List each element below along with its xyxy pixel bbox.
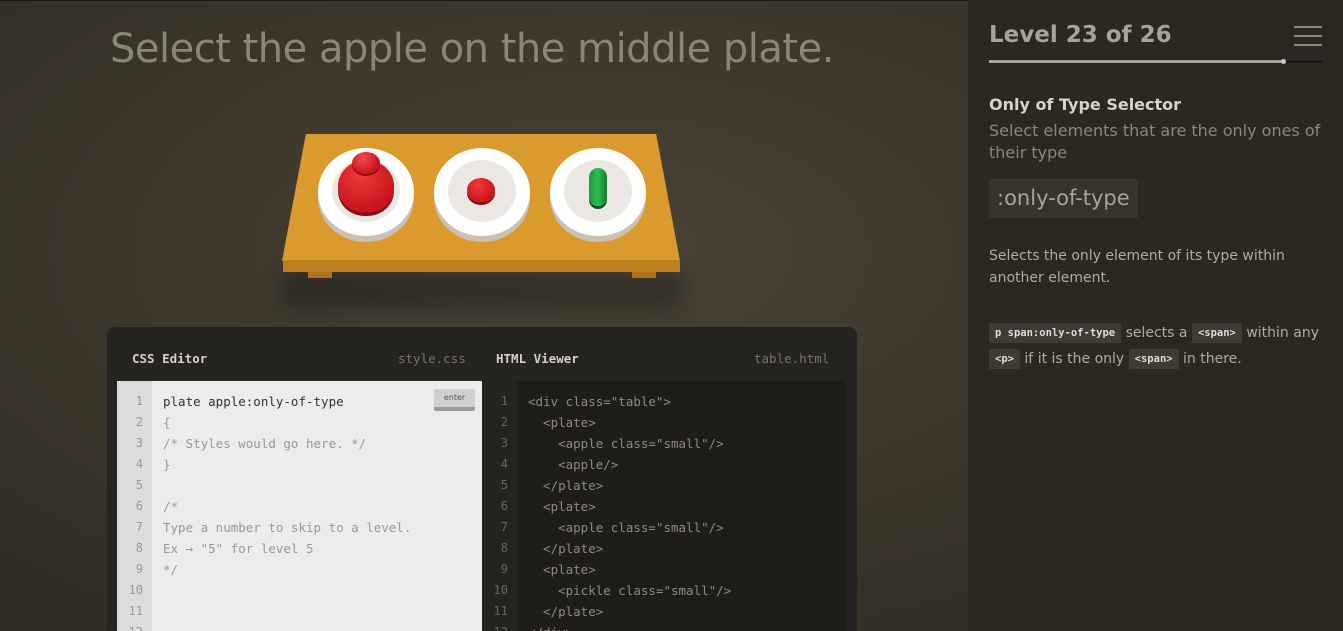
line-number: 7 <box>500 520 508 534</box>
line-number: 10 <box>493 583 508 597</box>
pickle[interactable] <box>589 168 607 206</box>
line-number: 1 <box>135 394 143 408</box>
example-text: in there. <box>1183 351 1242 367</box>
html-line[interactable]: <div class="table"> <box>528 391 671 412</box>
level-progress-bar <box>989 59 1322 64</box>
line-number: 9 <box>135 562 143 576</box>
plate-1[interactable] <box>318 148 414 236</box>
line-number: 9 <box>500 562 508 576</box>
line-number: 8 <box>135 541 143 555</box>
example-tag: <p> <box>989 349 1020 369</box>
css-editor-title: CSS Editor <box>132 351 208 366</box>
code-line: */ <box>163 562 179 577</box>
code-line: /* Styles would go here. */ <box>163 436 367 451</box>
selector-name: Only of Type Selector <box>989 95 1182 114</box>
plate-2[interactable] <box>434 148 530 236</box>
line-number: 8 <box>500 541 508 555</box>
html-line[interactable]: </plate> <box>528 601 603 622</box>
line-number: 2 <box>500 415 508 429</box>
html-line[interactable]: </div> <box>528 622 573 631</box>
example-text: selects a <box>1125 325 1188 341</box>
html-line[interactable]: </plate> <box>528 475 603 496</box>
html-filename: table.html <box>754 351 830 366</box>
css-line-gutter: 1 2 3 4 5 6 7 8 9 10 11 12 <box>117 381 152 631</box>
plate-3[interactable] <box>550 148 646 236</box>
code-line: { <box>163 415 171 430</box>
level-indicator[interactable]: Level 23 of 26 <box>989 22 1172 48</box>
example-code: p span:only-of-type <box>989 323 1122 343</box>
menu-icon[interactable] <box>1294 26 1322 48</box>
table <box>272 120 692 320</box>
line-number: 5 <box>500 478 508 492</box>
selector-syntax: :only-of-type <box>989 179 1138 218</box>
line-number: 11 <box>493 604 508 618</box>
level-instruction: Select the apple on the middle plate. <box>110 26 834 72</box>
enter-button[interactable]: enter <box>434 389 475 411</box>
line-number: 1 <box>500 394 508 408</box>
example-text: within any <box>1246 325 1319 341</box>
html-line[interactable]: <apple class="small"/> <box>528 433 724 454</box>
editor-panel: CSS Editor style.css HTML Viewer table.h… <box>107 327 857 631</box>
example-tag: <span> <box>1191 323 1242 343</box>
example-tag: <span> <box>1128 349 1179 369</box>
code-line: /* <box>163 499 179 514</box>
line-number: 10 <box>128 583 143 597</box>
line-number: 5 <box>135 478 143 492</box>
css-editor: 1 2 3 4 5 6 7 8 9 10 11 12 plate apple:o… <box>117 381 482 631</box>
selector-description: Select elements that are the only ones o… <box>989 121 1321 162</box>
sidebar: Level 23 of 26 Only of Type Selector Sel… <box>968 0 1343 631</box>
example-text: if it is the only <box>1024 351 1125 367</box>
game-area: Select the apple on the middle plate. CS… <box>0 0 968 631</box>
line-number: 12 <box>117 622 143 631</box>
apple-small[interactable] <box>467 178 495 202</box>
code-line: Type a number to skip to a level. <box>163 520 412 535</box>
code-line: Ex → "5" for level 5 <box>163 541 314 556</box>
line-number: 6 <box>135 499 143 513</box>
selector-help: Selects the only element of its type wit… <box>989 248 1285 286</box>
css-filename: style.css <box>398 351 466 366</box>
css-selector-input[interactable]: plate apple:only-of-type <box>163 391 344 412</box>
html-line-gutter: 1 2 3 4 5 6 7 8 9 10 11 12 <box>482 381 517 631</box>
html-line[interactable]: <plate> <box>528 496 596 517</box>
selector-example: p span:only-of-type selects a <span> wit… <box>989 320 1329 372</box>
html-viewer: 1 2 3 4 5 6 7 8 9 10 11 12 <div class="t… <box>482 381 846 631</box>
apple-small[interactable] <box>352 152 380 174</box>
html-line[interactable]: </plate> <box>528 538 603 559</box>
line-number: 6 <box>500 499 508 513</box>
html-line[interactable]: <pickle class="small"/> <box>528 580 731 601</box>
line-number: 11 <box>128 604 143 618</box>
html-line[interactable]: <apple/> <box>528 454 618 475</box>
line-number: 2 <box>135 415 143 429</box>
table-shadow <box>280 270 684 310</box>
html-line[interactable]: <plate> <box>528 412 596 433</box>
line-number: 12 <box>482 622 508 631</box>
html-line[interactable]: <apple class="small"/> <box>528 517 724 538</box>
line-number: 7 <box>135 520 143 534</box>
line-number: 4 <box>500 457 508 471</box>
html-line[interactable]: <plate> <box>528 559 596 580</box>
html-viewer-title: HTML Viewer <box>496 351 579 366</box>
progress-knob <box>1280 59 1286 64</box>
table-edge <box>283 260 680 272</box>
line-number: 4 <box>135 457 143 471</box>
code-line: } <box>163 457 171 472</box>
line-number: 3 <box>135 436 143 450</box>
line-number: 3 <box>500 436 508 450</box>
progress-fill <box>989 60 1284 63</box>
